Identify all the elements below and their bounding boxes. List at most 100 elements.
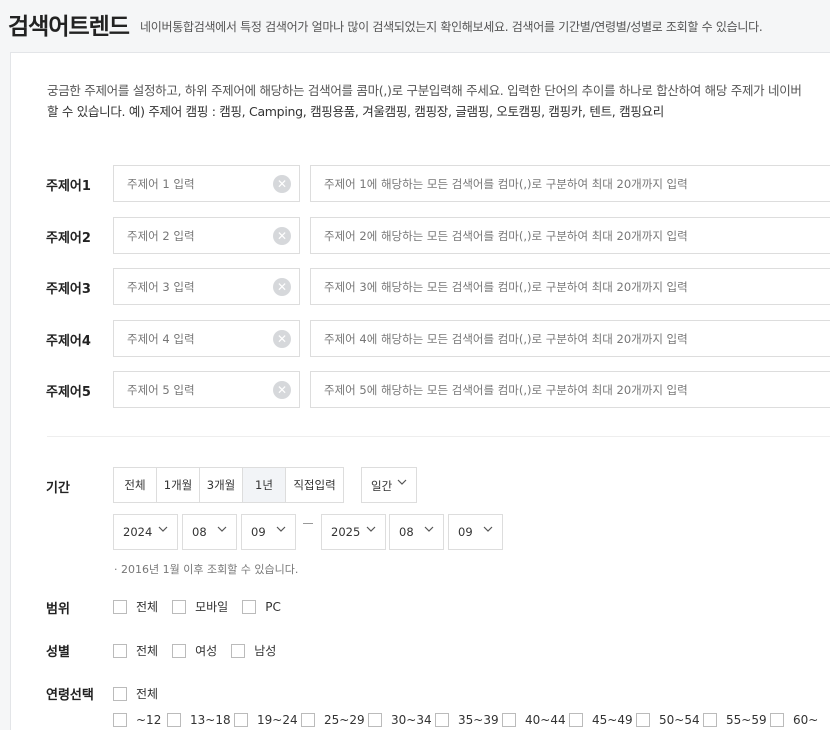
age-checkbox[interactable] [368, 713, 382, 727]
age-all-checkbox[interactable] [113, 686, 127, 701]
topic-1-keywords-input[interactable] [311, 166, 830, 201]
clear-circle-icon[interactable]: ✕ [273, 278, 291, 296]
topic-label: 주제어3 [46, 282, 91, 297]
end-year-select[interactable]: 2025 [321, 514, 386, 550]
age-all-option[interactable]: 전체 [113, 685, 158, 702]
topic-2-name-input[interactable] [114, 218, 264, 253]
period-label: 기간 [46, 481, 70, 496]
gender-male-option[interactable]: 남성 [231, 642, 276, 659]
age-checkbox[interactable] [770, 713, 784, 727]
range-mobile-option[interactable]: 모바일 [172, 598, 228, 615]
age-checkbox[interactable] [636, 713, 650, 727]
range-all-checkbox[interactable] [113, 599, 127, 614]
interval-value: 일간 [371, 479, 393, 493]
topic-name-field: ✕ [113, 371, 300, 408]
age-checkbox[interactable] [703, 713, 717, 727]
topic-name-field: ✕ [113, 217, 300, 254]
age-option[interactable]: 60~ [770, 713, 818, 727]
range-pc-checkbox[interactable] [242, 599, 257, 614]
topic-name-field: ✕ [113, 165, 300, 202]
age-option[interactable]: 13~18 [167, 713, 234, 727]
period-all-button[interactable]: 전체 [114, 468, 157, 502]
topic-2-keywords-input[interactable] [311, 218, 830, 253]
age-text: 19~24 [257, 713, 298, 727]
age-checkbox[interactable] [234, 713, 248, 727]
gender-options: 전체 여성 남성 [113, 642, 276, 659]
topic-name-field: ✕ [113, 268, 300, 305]
age-option[interactable]: 35~39 [435, 713, 502, 727]
age-checkbox[interactable] [502, 713, 516, 727]
age-checkbox[interactable] [113, 713, 127, 727]
period-custom-button[interactable]: 직접입력 [286, 468, 343, 502]
end-year-value: 2025 [331, 525, 361, 539]
topic-5-name-input[interactable] [114, 372, 264, 407]
age-option[interactable]: 25~29 [301, 713, 368, 727]
age-option[interactable]: 55~59 [703, 713, 770, 727]
topic-keywords-field [310, 268, 830, 305]
gender-female-checkbox[interactable] [172, 643, 187, 658]
age-option[interactable]: 30~34 [368, 713, 435, 727]
age-checkbox[interactable] [167, 713, 181, 727]
gender-label: 성별 [46, 645, 70, 660]
gender-male-checkbox[interactable] [231, 643, 246, 658]
clear-circle-icon[interactable]: ✕ [273, 330, 291, 348]
topic-keywords-field [310, 371, 830, 408]
range-pc-option[interactable]: PC [242, 599, 281, 614]
age-option[interactable]: ~12 [113, 713, 167, 727]
topic-1-name-input[interactable] [114, 166, 264, 201]
period-note: · 2016년 1월 이후 조회할 수 있습니다. [114, 563, 299, 576]
chevron-down-icon [217, 526, 227, 532]
age-text: 50~54 [659, 713, 700, 727]
topic-5-keywords-input[interactable] [311, 372, 830, 407]
age-checkbox[interactable] [301, 713, 315, 727]
gender-female-option[interactable]: 여성 [172, 642, 217, 659]
start-year-select[interactable]: 2024 [113, 514, 178, 550]
intro-text: 궁금한 주제어를 설정하고, 하위 주제어에 해당하는 검색어를 콤마(,)로 … [47, 80, 830, 122]
page-header: 검색어트렌드 네이버통합검색에서 특정 검색어가 얼마나 많이 검색되었는지 확… [0, 0, 830, 50]
topic-4-keywords-input[interactable] [311, 321, 830, 356]
clear-circle-icon[interactable]: ✕ [273, 381, 291, 399]
gender-all-option[interactable]: 전체 [113, 642, 158, 659]
clear-circle-icon[interactable]: ✕ [273, 175, 291, 193]
age-option[interactable]: 19~24 [234, 713, 301, 727]
start-month-value: 08 [192, 525, 207, 539]
range-options: 전체 모바일 PC [113, 598, 281, 615]
age-checkbox[interactable] [569, 713, 583, 727]
age-checkbox[interactable] [435, 713, 449, 727]
range-mobile-text: 모바일 [195, 600, 229, 614]
age-options: ~12 13~18 19~24 25~29 30~34 35~39 40~44 … [113, 713, 818, 727]
age-option[interactable]: 50~54 [636, 713, 703, 727]
topic-row-1: 주제어1 ✕ [11, 165, 830, 203]
interval-select[interactable]: 일간 [361, 467, 417, 503]
age-option[interactable]: 40~44 [502, 713, 569, 727]
page-title: 검색어트렌드 [8, 14, 130, 40]
clear-circle-icon[interactable]: ✕ [273, 227, 291, 245]
range-pc-text: PC [265, 599, 281, 614]
period-button-group: 전체 1개월 3개월 1년 직접입력 [113, 467, 344, 503]
chevron-down-icon [276, 526, 286, 532]
topic-label: 주제어5 [46, 385, 91, 400]
topic-3-name-input[interactable] [114, 269, 264, 304]
page-description: 네이버통합검색에서 특정 검색어가 얼마나 많이 검색되었는지 확인해보세요. … [140, 20, 763, 34]
age-text: 45~49 [592, 713, 633, 727]
period-3month-button[interactable]: 3개월 [200, 468, 243, 502]
topic-name-field: ✕ [113, 320, 300, 357]
period-1year-button[interactable]: 1년 [243, 468, 286, 502]
topic-3-keywords-input[interactable] [311, 269, 830, 304]
topic-keywords-field [310, 217, 830, 254]
gender-all-checkbox[interactable] [113, 643, 127, 658]
end-month-select[interactable]: 08 [389, 514, 444, 550]
start-month-select[interactable]: 08 [182, 514, 237, 550]
range-all-option[interactable]: 전체 [113, 598, 158, 615]
topic-4-name-input[interactable] [114, 321, 264, 356]
start-day-select[interactable]: 09 [241, 514, 296, 550]
end-day-select[interactable]: 09 [448, 514, 503, 550]
age-text: 25~29 [324, 713, 365, 727]
chevron-down-icon [158, 526, 168, 532]
period-1month-button[interactable]: 1개월 [157, 468, 200, 502]
chevron-down-icon [366, 526, 376, 532]
range-mobile-checkbox[interactable] [172, 599, 187, 614]
start-year-value: 2024 [123, 525, 153, 539]
topic-row-2: 주제어2 ✕ [11, 217, 830, 255]
age-option[interactable]: 45~49 [569, 713, 636, 727]
